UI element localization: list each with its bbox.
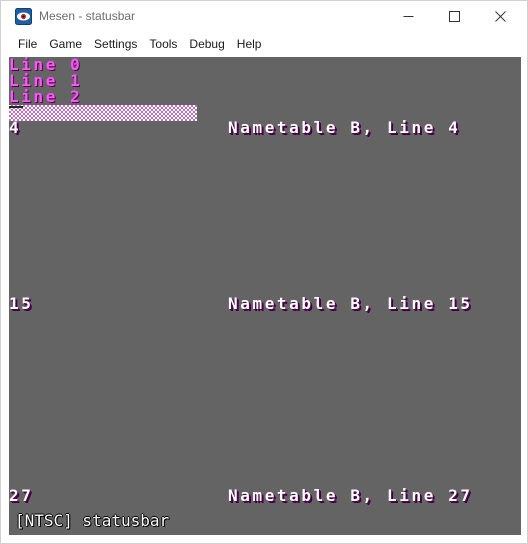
row-4-label: Nametable B, Line 4 — [228, 118, 461, 137]
row-27-label: Nametable B, Line 27 — [228, 486, 473, 505]
status-overlay: [NTSC] statusbar — [15, 511, 170, 530]
magenta-line-2: Line 2 — [9, 87, 83, 106]
maximize-button[interactable] — [431, 1, 477, 32]
menu-debug[interactable]: Debug — [183, 32, 230, 57]
menu-settings[interactable]: Settings — [88, 32, 143, 57]
row-15-label: Nametable B, Line 15 — [228, 294, 473, 313]
close-icon — [494, 11, 506, 22]
row-4-number: 4 — [9, 118, 22, 137]
minimize-button[interactable] — [385, 1, 431, 32]
row-15-number: 15 — [9, 294, 34, 313]
menu-help[interactable]: Help — [231, 32, 268, 57]
window-title: Mesen - statusbar — [39, 9, 136, 23]
title-bar[interactable]: Mesen - statusbar — [1, 1, 527, 32]
menu-game[interactable]: Game — [43, 32, 88, 57]
menu-tools[interactable]: Tools — [143, 32, 183, 57]
row-27-number: 27 — [9, 486, 34, 505]
mesen-window: Mesen - statusbar File Game Settings Too… — [0, 0, 528, 544]
cursor-mark — [9, 106, 23, 108]
emulator-screen[interactable]: Line 0 Line 1 Line 2 4 Nametable B, Line… — [9, 57, 521, 535]
minimize-icon — [403, 16, 413, 17]
menu-bar: File Game Settings Tools Debug Help — [1, 32, 527, 57]
checker-pattern-strip — [9, 105, 197, 121]
mesen-eye-icon — [15, 8, 32, 25]
menu-file[interactable]: File — [12, 32, 43, 57]
close-button[interactable] — [477, 1, 523, 32]
maximize-icon — [448, 11, 460, 22]
